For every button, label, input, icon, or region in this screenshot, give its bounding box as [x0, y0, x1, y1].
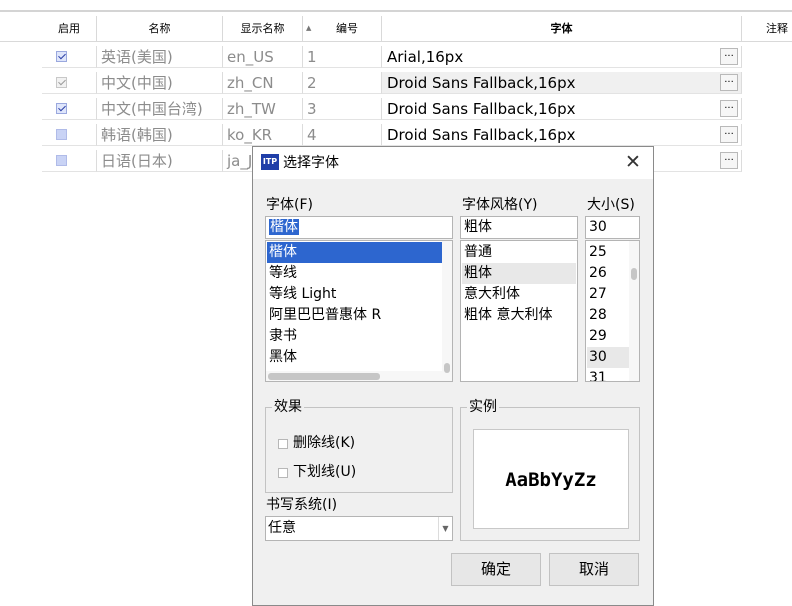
- col-header-font[interactable]: 字体: [382, 16, 742, 41]
- horizontal-scrollbar[interactable]: [266, 371, 442, 381]
- list-item[interactable]: 粗体: [462, 263, 576, 284]
- cell-display: zh_CN: [223, 72, 303, 94]
- underline-label[interactable]: 下划线(U): [293, 463, 356, 481]
- font-family-list[interactable]: 楷体 等线 等线 Light 阿里巴巴普惠体 R 隶书 黑体: [265, 240, 453, 382]
- checkbox-checked[interactable]: [56, 103, 67, 114]
- table-row[interactable]: 英语(美国) en_US 1 Arial,16px ...: [0, 46, 792, 68]
- cell-enabled[interactable]: [42, 98, 97, 120]
- list-item[interactable]: 29: [587, 326, 629, 347]
- list-item[interactable]: 30: [587, 347, 629, 368]
- checkbox-unchecked[interactable]: [56, 155, 67, 166]
- cell-font: Droid Sans Fallback,16px: [382, 124, 742, 146]
- sample-group-title: 实例: [467, 398, 499, 416]
- col-header-note[interactable]: 注释: [742, 16, 792, 41]
- cell-enabled[interactable]: [42, 124, 97, 146]
- font-style-list[interactable]: 普通 粗体 意大利体 粗体 意大利体: [460, 240, 578, 382]
- font-size-label: 大小(S): [587, 197, 635, 213]
- font-family-input[interactable]: 楷体: [265, 216, 453, 239]
- cell-number: 4: [303, 124, 382, 146]
- writing-system-select[interactable]: 任意 ▼: [265, 516, 453, 541]
- app-icon: ITP: [261, 154, 279, 170]
- list-item[interactable]: 黑体: [267, 347, 443, 368]
- list-item[interactable]: 阿里巴巴普惠体 R: [267, 305, 443, 326]
- underline-checkbox[interactable]: [278, 468, 288, 478]
- cell-name: 中文(中国台湾): [97, 98, 223, 120]
- cell-font: Droid Sans Fallback,16px: [382, 98, 742, 120]
- font-family-label: 字体(F): [266, 197, 313, 213]
- effects-group-title: 效果: [272, 398, 304, 416]
- table-row[interactable]: 中文(中国) zh_CN 2 Droid Sans Fallback,16px …: [0, 72, 792, 94]
- close-icon[interactable]: ✕: [621, 151, 645, 173]
- table-header: 启用 名称 显示名称 ▲ 编号 字体 注释: [0, 16, 792, 42]
- chevron-down-icon[interactable]: ▼: [438, 517, 452, 540]
- font-picker-button[interactable]: ...: [720, 126, 738, 143]
- ok-button[interactable]: 确定: [451, 553, 541, 586]
- cell-number: 2: [303, 72, 382, 94]
- cell-display: en_US: [223, 46, 303, 68]
- scrollbar-thumb[interactable]: [268, 373, 380, 380]
- font-family-input-text: 楷体: [269, 219, 299, 235]
- cell-display: zh_TW: [223, 98, 303, 120]
- cell-font: Droid Sans Fallback,16px: [382, 72, 742, 94]
- font-size-list[interactable]: 25 26 27 28 29 30 31: [585, 240, 640, 382]
- checkbox-checked[interactable]: [56, 51, 67, 62]
- font-picker-button[interactable]: ...: [720, 100, 738, 117]
- list-item[interactable]: 意大利体: [462, 284, 576, 305]
- font-picker-button[interactable]: ...: [720, 74, 738, 91]
- strikeout-checkbox[interactable]: [278, 439, 288, 449]
- font-picker-button[interactable]: ...: [720, 152, 738, 169]
- list-item[interactable]: 26: [587, 263, 629, 284]
- cell-number: 3: [303, 98, 382, 120]
- font-style-input[interactable]: 粗体: [460, 216, 578, 239]
- cell-enabled[interactable]: [42, 46, 97, 68]
- cell-enabled[interactable]: [42, 150, 97, 172]
- list-item[interactable]: 等线 Light: [267, 284, 443, 305]
- list-item[interactable]: 28: [587, 305, 629, 326]
- col-header-number[interactable]: ▲ 编号: [303, 16, 382, 41]
- font-picker-button[interactable]: ...: [720, 48, 738, 65]
- scrollbar-thumb[interactable]: [631, 268, 637, 280]
- cell-name: 中文(中国): [97, 72, 223, 94]
- table-row[interactable]: 中文(中国台湾) zh_TW 3 Droid Sans Fallback,16p…: [0, 98, 792, 120]
- col-header-number-label: 编号: [336, 22, 358, 35]
- scrollbar-thumb[interactable]: [444, 363, 450, 373]
- strikeout-label[interactable]: 删除线(K): [293, 434, 355, 452]
- cell-name: 日语(日本): [97, 150, 223, 172]
- sort-arrow-up-icon: ▲: [306, 24, 312, 32]
- cancel-button[interactable]: 取消: [549, 553, 639, 586]
- dialog-title: 选择字体: [283, 155, 339, 171]
- list-item[interactable]: 31: [587, 368, 629, 381]
- list-item[interactable]: 楷体: [267, 242, 443, 263]
- effects-group: 效果 删除线(K) 下划线(U): [265, 398, 453, 493]
- col-header-name[interactable]: 名称: [97, 16, 223, 41]
- col-header-enabled[interactable]: 启用: [42, 16, 97, 41]
- table-row[interactable]: 韩语(韩国) ko_KR 4 Droid Sans Fallback,16px …: [0, 124, 792, 146]
- table-top-border: [0, 10, 792, 12]
- list-item[interactable]: 普通: [462, 242, 576, 263]
- col-header-display-name[interactable]: 显示名称: [223, 16, 303, 41]
- cell-enabled[interactable]: [42, 72, 97, 94]
- list-item[interactable]: 等线: [267, 263, 443, 284]
- list-item[interactable]: 27: [587, 284, 629, 305]
- cell-display: ko_KR: [223, 124, 303, 146]
- list-item[interactable]: 25: [587, 242, 629, 263]
- writing-system-value: 任意: [268, 520, 296, 536]
- cell-name: 英语(美国): [97, 46, 223, 68]
- sample-preview: AaBbYyZz: [473, 429, 629, 529]
- checkbox-unchecked[interactable]: [56, 129, 67, 140]
- list-item[interactable]: 粗体 意大利体: [462, 305, 576, 326]
- cell-font: Arial,16px: [382, 46, 742, 68]
- vertical-scrollbar[interactable]: [629, 241, 639, 381]
- checkbox-checked-disabled: [56, 77, 67, 88]
- font-style-label: 字体风格(Y): [462, 197, 538, 213]
- dialog-titlebar[interactable]: ITP 选择字体 ✕: [253, 147, 653, 179]
- font-size-input[interactable]: 30: [585, 216, 640, 239]
- vertical-scrollbar[interactable]: [442, 241, 452, 381]
- cell-number: 1: [303, 46, 382, 68]
- font-dialog: ITP 选择字体 ✕ 字体(F) 楷体 楷体 等线 等线 Light 阿里巴巴普…: [252, 146, 654, 606]
- cell-name: 韩语(韩国): [97, 124, 223, 146]
- list-item[interactable]: 隶书: [267, 326, 443, 347]
- writing-system-label: 书写系统(I): [266, 497, 338, 513]
